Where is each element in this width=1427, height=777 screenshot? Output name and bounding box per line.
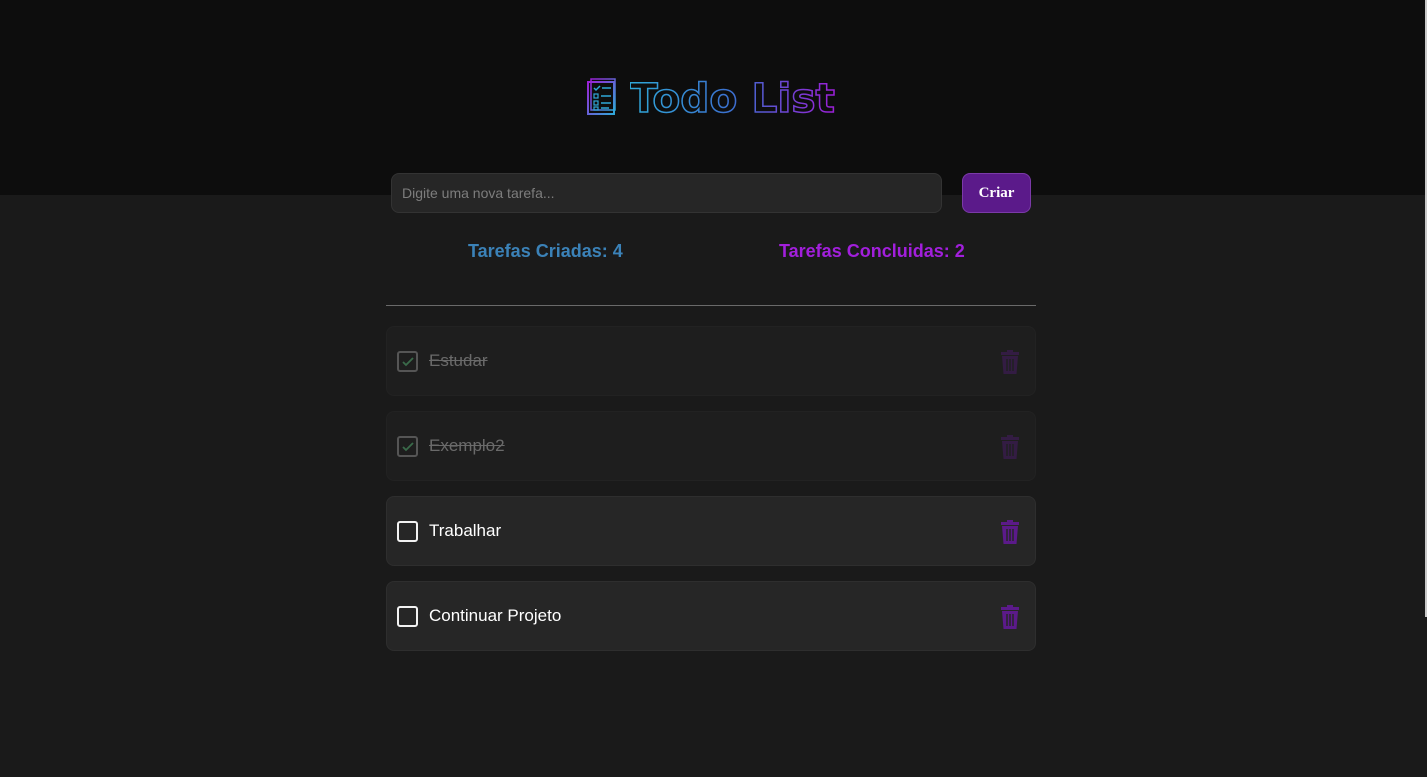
task-item: Exemplo2	[386, 411, 1036, 481]
trash-icon[interactable]	[1000, 519, 1020, 545]
task-text: Trabalhar	[429, 521, 502, 540]
task-item: Trabalhar	[386, 496, 1036, 566]
task-item: Estudar	[386, 326, 1036, 396]
task-checkbox[interactable]	[397, 521, 418, 542]
task-item: Continuar Projeto	[386, 581, 1036, 651]
create-button[interactable]: Criar	[962, 173, 1031, 213]
completed-count: Tarefas Concluidas: 2	[779, 241, 965, 261]
app-logo: Todo List	[586, 74, 840, 118]
check-icon	[401, 356, 414, 366]
task-checkbox[interactable]	[397, 436, 418, 457]
checklist-icon	[586, 76, 618, 116]
task-list: Estudar Exemplo2 Trabalhar Continuar Pro…	[386, 326, 1036, 666]
task-checkbox[interactable]	[397, 351, 418, 372]
task-counters: Tarefas Criadas: 4 Tarefas Concluidas: 2	[386, 241, 1036, 267]
new-task-input[interactable]	[391, 173, 942, 213]
app-title-text: Todo List	[630, 76, 835, 118]
task-text: Exemplo2	[429, 436, 505, 455]
new-task-form: Criar	[391, 173, 1031, 213]
task-text: Continuar Projeto	[429, 606, 562, 625]
trash-icon[interactable]	[1000, 349, 1020, 375]
created-count: Tarefas Criadas: 4	[468, 241, 623, 261]
check-icon	[401, 441, 414, 451]
divider	[386, 305, 1036, 306]
task-checkbox[interactable]	[397, 606, 418, 627]
trash-icon[interactable]	[1000, 604, 1020, 630]
trash-icon[interactable]	[1000, 434, 1020, 460]
task-text: Estudar	[429, 351, 488, 370]
app-title: Todo List	[630, 74, 840, 118]
